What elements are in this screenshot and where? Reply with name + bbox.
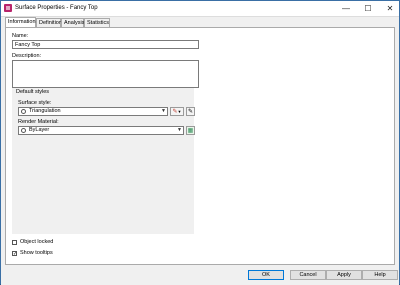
window-title: Surface Properties - Fancy Top (15, 5, 98, 11)
default-styles-title: Default styles (16, 89, 50, 95)
tab-definition[interactable]: Definition (36, 18, 62, 27)
tab-analysis[interactable]: Analysis (61, 18, 84, 27)
object-locked-checkbox[interactable] (12, 240, 17, 245)
render-material-select[interactable]: ByLayer ▼ (18, 126, 184, 135)
render-material-value: ByLayer (29, 127, 50, 133)
style-icon (21, 109, 26, 114)
style-detail-button[interactable]: ✎ (186, 107, 195, 116)
name-label: Name: (12, 33, 29, 39)
description-field[interactable] (12, 60, 199, 88)
chevron-down-icon[interactable]: ▼ (160, 108, 167, 115)
surface-properties-icon (4, 4, 12, 12)
material-browse-button[interactable]: ▦ (186, 126, 195, 135)
surface-style-value: Triangulation (29, 108, 61, 114)
apply-button[interactable]: Apply (326, 270, 362, 280)
object-locked-label: Object locked (20, 239, 54, 245)
surface-properties-window: Surface Properties - Fancy Top — ☐ ✕ Inf… (0, 0, 400, 285)
render-material-label: Render Material: (18, 119, 59, 125)
cancel-button[interactable]: Cancel (290, 270, 326, 280)
title-bar: Surface Properties - Fancy Top — ☐ ✕ (1, 1, 399, 17)
surface-style-select[interactable]: Triangulation ▼ (18, 107, 168, 116)
show-tooltips-checkbox[interactable]: ✓ (12, 251, 17, 257)
description-label: Description: (12, 53, 42, 59)
chevron-down-icon[interactable]: ▼ (176, 127, 183, 134)
material-icon (21, 128, 26, 133)
close-button[interactable]: ✕ (381, 1, 399, 16)
material-browse-icon: ▦ (187, 128, 194, 134)
ok-button[interactable]: OK (248, 270, 284, 280)
style-detail-icon: ✎ (187, 109, 194, 115)
maximize-button[interactable]: ☐ (359, 1, 377, 16)
tab-statistics[interactable]: Statistics (84, 18, 110, 27)
name-field[interactable]: Fancy Top (12, 40, 199, 49)
information-panel: Name: Fancy Top Description: Default sty… (5, 27, 395, 265)
show-tooltips-label: Show tooltips (20, 250, 53, 256)
default-styles-group: Default styles Surface style: Triangulat… (12, 88, 195, 234)
help-button[interactable]: Help (362, 270, 398, 280)
surface-style-label: Surface style: (18, 100, 52, 106)
edit-style-button[interactable]: ✎▼ (170, 107, 184, 116)
chevron-down-icon: ▼ (177, 109, 182, 114)
dialog-footer: OK Cancel Apply Help (1, 267, 399, 285)
minimize-button[interactable]: — (337, 1, 355, 16)
tab-information[interactable]: Information (5, 17, 36, 27)
